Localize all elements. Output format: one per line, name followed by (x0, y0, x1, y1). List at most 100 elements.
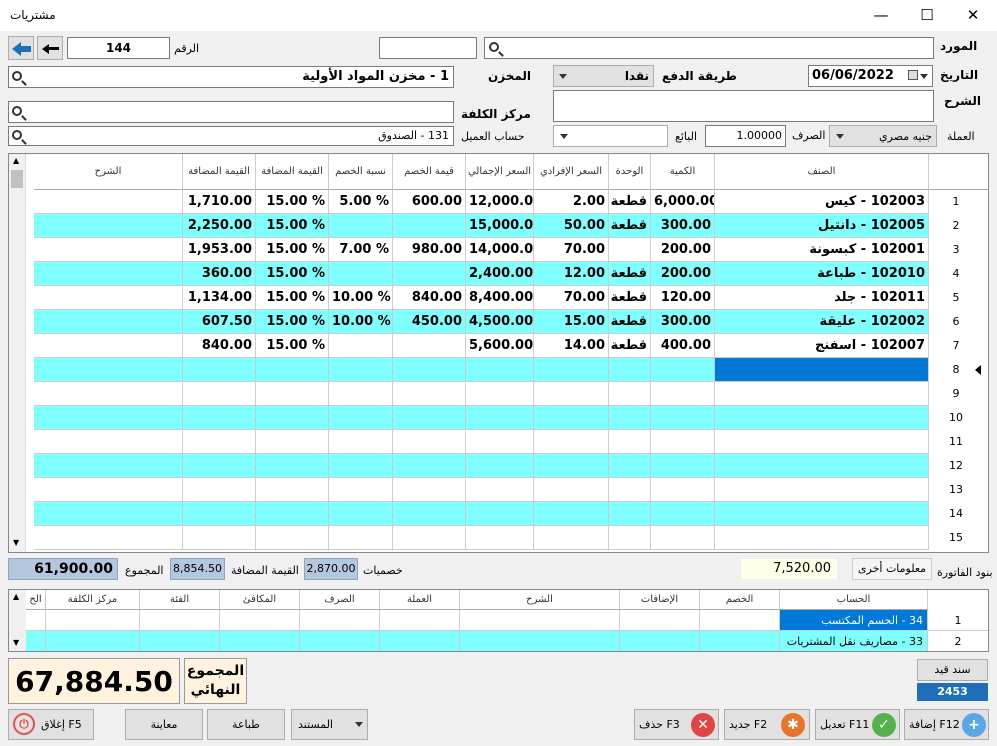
other-info-tab[interactable]: معلومات أخرى (852, 558, 932, 580)
search-icon[interactable] (12, 106, 22, 116)
cell-note[interactable] (34, 502, 183, 526)
accounts-cell[interactable]: 33 - مصاريف نقل المشتريات (780, 631, 928, 651)
accounts-cell[interactable] (380, 610, 460, 631)
column-header[interactable]: الشرح (34, 154, 183, 190)
cost-center-field[interactable] (8, 101, 454, 123)
cell-total[interactable] (466, 382, 534, 406)
column-header[interactable]: قيمة الخصم (393, 154, 466, 190)
accounts-column-header[interactable]: المكافئ (220, 590, 300, 610)
cell-total[interactable]: 4,500.00 (466, 310, 534, 334)
cell-qty[interactable]: 400.00 (651, 334, 715, 358)
cell-disc-val[interactable] (393, 406, 466, 430)
cell-disc-val[interactable]: 450.00 (393, 310, 466, 334)
cell-item[interactable]: 102002 - عليقة (715, 310, 929, 334)
cell-vat-val[interactable] (183, 430, 256, 454)
cell-unit[interactable]: قطعة (609, 286, 651, 310)
cell-vat-pct[interactable] (256, 406, 329, 430)
accounts-cell[interactable] (300, 610, 380, 631)
accounts-cell[interactable] (26, 610, 46, 631)
cell-disc-pct[interactable]: 7.00 % (329, 238, 393, 262)
cell-disc-val[interactable] (393, 262, 466, 286)
cell-qty[interactable] (651, 382, 715, 406)
cell-unit[interactable] (609, 502, 651, 526)
column-header[interactable]: السعر الإجمالي (466, 154, 534, 190)
supplier-field[interactable] (484, 37, 934, 59)
search-icon[interactable] (12, 130, 22, 140)
cell-disc-pct[interactable] (329, 334, 393, 358)
table-row[interactable]: 2,250.0015.00 % 15,000.0050.00قطعة300.001… (9, 214, 988, 238)
cell-note[interactable] (34, 526, 183, 550)
cell-unit[interactable] (609, 454, 651, 478)
cell-price[interactable] (534, 358, 609, 382)
cell-note[interactable] (34, 286, 183, 310)
chevron-down-icon[interactable]: ▼ (13, 638, 19, 647)
cell-unit[interactable]: قطعة (609, 334, 651, 358)
cell-note[interactable] (34, 262, 183, 286)
cell-vat-pct[interactable] (256, 526, 329, 550)
seller-dropdown[interactable] (553, 125, 668, 147)
cell-disc-val[interactable] (393, 502, 466, 526)
cell-unit[interactable] (609, 238, 651, 262)
cell-price[interactable]: 14.00 (534, 334, 609, 358)
table-row[interactable]: 1,134.00 15.00 % 10.00 % 840.00 8,400.00 70.0… (9, 286, 988, 310)
cell-item[interactable]: 102007 - اسفنج (715, 334, 929, 358)
column-header[interactable]: الصنف (715, 154, 929, 190)
accounts-cell[interactable] (46, 631, 140, 651)
accounts-cell[interactable] (700, 631, 780, 651)
cell-unit[interactable] (609, 382, 651, 406)
cell-disc-pct[interactable] (329, 358, 393, 382)
cell-disc-val[interactable] (393, 382, 466, 406)
cell-unit[interactable] (609, 478, 651, 502)
cell-qty[interactable]: 200.00 (651, 238, 715, 262)
search-icon[interactable] (12, 71, 22, 81)
number-field[interactable]: 144 (67, 37, 170, 59)
cell-disc-pct[interactable] (329, 214, 393, 238)
cell-vat-val[interactable]: 607.50 (183, 310, 256, 334)
cell-unit[interactable]: قطعة (609, 262, 651, 286)
empty-row[interactable]: 12 (9, 454, 988, 478)
scrollbar-thumb[interactable] (11, 170, 23, 188)
cell-qty[interactable] (651, 406, 715, 430)
calendar-icon[interactable] (908, 70, 918, 80)
cell-disc-val[interactable] (393, 454, 466, 478)
exchange-field[interactable]: 1.00000 (705, 125, 786, 147)
minimize-button[interactable]: — (858, 0, 904, 31)
accounts-grid[interactable]: ▲ ▼ الح مركز الكلفة الفئة المكافئ الصرف العمل… (8, 589, 989, 652)
cell-price[interactable] (534, 430, 609, 454)
maximize-button[interactable]: ☐ (904, 0, 950, 31)
accounts-column-header[interactable]: العملة (380, 590, 460, 610)
cell-qty[interactable] (651, 502, 715, 526)
cell-price[interactable]: 12.00 (534, 262, 609, 286)
cell-vat-val[interactable]: 2,250.00 (183, 214, 256, 238)
accounts-column-header[interactable]: الحساب (780, 590, 928, 610)
cell-price[interactable] (534, 526, 609, 550)
accounts-column-header[interactable]: الشرح (460, 590, 620, 610)
accounts-cell[interactable]: 34 - الحسم المكتسب (780, 610, 928, 631)
cell-vat-pct[interactable]: 15.00 % (256, 334, 329, 358)
cell-disc-pct[interactable]: 10.00 % (329, 310, 393, 334)
client-account-field[interactable]: 131 - الصندوق (8, 126, 454, 146)
cell-price[interactable] (534, 454, 609, 478)
cell-note[interactable] (34, 310, 183, 334)
cell-vat-pct[interactable]: 15.00 % (256, 286, 329, 310)
cell-disc-val[interactable] (393, 334, 466, 358)
cell-total[interactable]: 2,400.00 (466, 262, 534, 286)
cell-price[interactable] (534, 406, 609, 430)
cell-disc-val[interactable] (393, 358, 466, 382)
cell-total[interactable] (466, 478, 534, 502)
cell-disc-pct[interactable] (329, 454, 393, 478)
notes-field[interactable] (553, 90, 934, 122)
cell-qty[interactable] (651, 526, 715, 550)
cell-qty[interactable]: 300.00 (651, 214, 715, 238)
cell-qty[interactable] (651, 358, 715, 382)
cell-total[interactable]: 12,000.00 (466, 190, 534, 214)
cell-price[interactable]: 2.00 (534, 190, 609, 214)
accounts-cell[interactable] (26, 631, 46, 651)
add-button[interactable]: إضافة F12 + (904, 709, 989, 740)
cell-price[interactable] (534, 382, 609, 406)
cell-vat-val[interactable] (183, 454, 256, 478)
cell-vat-val[interactable]: 840.00 (183, 334, 256, 358)
empty-row[interactable]: 10 (9, 406, 988, 430)
column-header[interactable]: السعر الإفرادي (534, 154, 609, 190)
cell-item[interactable] (715, 430, 929, 454)
